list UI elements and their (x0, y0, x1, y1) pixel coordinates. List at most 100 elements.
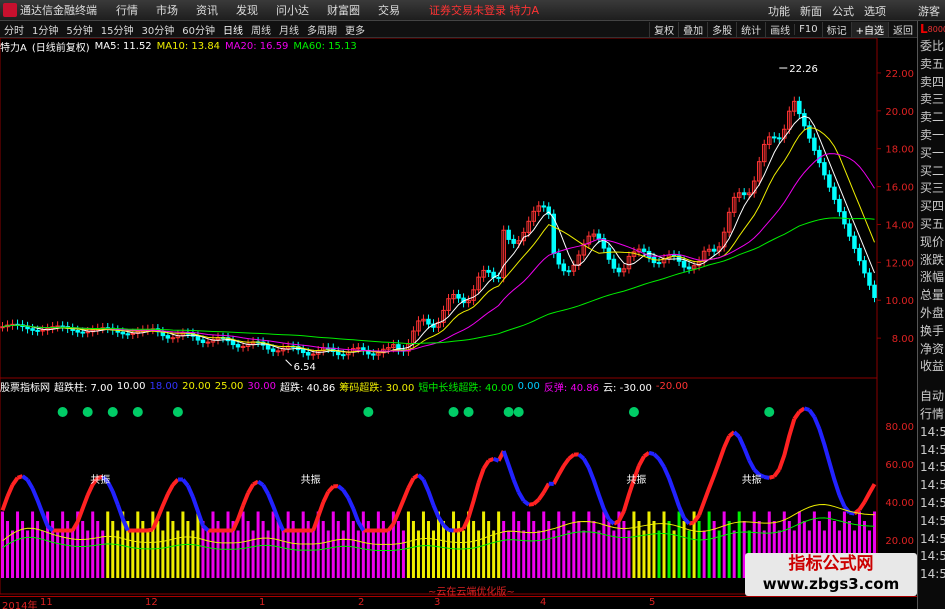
tool-f10[interactable]: F10 (794, 24, 821, 35)
period-multi[interactable]: 多周期 (303, 22, 341, 37)
candle (616, 267, 622, 273)
menu-market[interactable]: 市场 (147, 2, 187, 18)
candle (847, 223, 852, 237)
menu-ask[interactable]: 问小达 (267, 2, 318, 18)
indicator-bar (682, 521, 686, 578)
sidebar-item: 买一 (920, 145, 945, 160)
tool-mark[interactable]: 标记 (821, 22, 851, 37)
indicator-bar (186, 521, 190, 578)
period-30min[interactable]: 30分钟 (137, 22, 178, 37)
quote-sidebar: L8000 委比卖五卖四卖三卖二卖一买一买二买三买四买五现价涨跌涨幅总量外盘换手… (917, 21, 945, 609)
candle (641, 248, 647, 252)
indicator-bar (562, 521, 566, 578)
menu-newpage[interactable]: 新面 (795, 3, 827, 19)
candle (35, 329, 40, 332)
tool-stats[interactable]: 统计 (736, 22, 765, 37)
sidebar-item2: 14:5 (920, 531, 945, 546)
period-60min[interactable]: 60分钟 (178, 22, 219, 37)
tool-multistock[interactable]: 多股 (707, 22, 736, 37)
indicator-bar (632, 511, 636, 578)
ma5-line (2, 115, 875, 353)
tool-draw[interactable]: 画线 (765, 22, 794, 37)
indicator-bar (6, 521, 10, 578)
tool-watchlist[interactable]: +自选 (850, 22, 888, 37)
candle (195, 335, 201, 341)
indicator-bar (677, 511, 681, 578)
indicator-bar (1, 511, 5, 578)
period-week[interactable]: 周线 (247, 22, 275, 37)
candle (40, 329, 45, 332)
menu-formula[interactable]: 公式 (827, 3, 859, 19)
period-5min[interactable]: 5分钟 (62, 22, 96, 37)
indicator-bar (286, 511, 290, 578)
candle (275, 350, 281, 353)
chart-canvas[interactable]: 22.0020.0018.0016.0014.0012.0010.008.008… (0, 38, 917, 596)
menu-wealth[interactable]: 财富圈 (318, 2, 369, 18)
period-tick[interactable]: 分时 (0, 22, 28, 37)
resonance-label: 共振 (742, 473, 762, 486)
indicator-bar (101, 530, 105, 578)
check-icon (363, 407, 374, 417)
guest-label[interactable]: 游客 (913, 3, 945, 19)
indicator-bar (241, 511, 245, 578)
indicator-bar (201, 521, 205, 578)
price-axis-label: 18.00 (885, 145, 914, 156)
sidebar-item2: 14:5 (920, 424, 945, 439)
indicator-bar (41, 530, 45, 578)
indicator-bar (236, 530, 240, 578)
indicator-bar (346, 511, 350, 578)
low-marker (285, 359, 293, 367)
indicator-bar (687, 530, 691, 578)
tool-adjust[interactable]: 复权 (649, 22, 678, 37)
candle (270, 348, 276, 352)
menu-trade[interactable]: 交易 (369, 2, 409, 18)
candle (170, 337, 176, 340)
stock-name: 特力A (0, 42, 27, 54)
period-day[interactable]: 日线 (219, 22, 247, 37)
indicator-bar (557, 511, 561, 578)
period-more[interactable]: 更多 (341, 22, 369, 37)
tool-back[interactable]: 返回 (888, 22, 917, 37)
period-month[interactable]: 月线 (275, 22, 303, 37)
sidebar-item: 委比 (920, 39, 945, 53)
menu-options[interactable]: 选项 (859, 3, 891, 19)
period-15min[interactable]: 15分钟 (97, 22, 138, 37)
indicator-axis-label: 60.00 (885, 460, 914, 471)
ind-item: 10.00 (116, 380, 146, 392)
ind-item: 反弹: 40.86 (543, 382, 600, 394)
indicator-bar (532, 521, 536, 578)
indicator-bar (577, 521, 581, 578)
sidebar-item2: 14:5 (920, 567, 945, 582)
candle (265, 344, 271, 350)
menu-quotes[interactable]: 行情 (107, 2, 147, 18)
menu-news[interactable]: 资讯 (187, 2, 227, 18)
indicator-bar (276, 521, 280, 578)
ind-item: 超跌: 40.86 (280, 382, 336, 394)
indicator-bar (156, 521, 160, 578)
candle (341, 354, 346, 357)
candle (556, 252, 562, 265)
price-axis-label: 22.00 (885, 69, 914, 80)
sidebar-item: 净资 (920, 341, 945, 356)
login-warning[interactable]: 证券交易未登录 特力A (429, 2, 539, 18)
indicator-bar (572, 511, 576, 578)
period-1min[interactable]: 1分钟 (28, 22, 62, 37)
sidebar-item: 总量 (920, 288, 945, 303)
menu-function[interactable]: 功能 (763, 3, 795, 19)
title-bar: 通达信金融终端 行情 市场 资讯 发现 问小达 财富圈 交易 证券交易未登录 特… (0, 0, 945, 21)
indicator-bar (647, 511, 651, 578)
check-icon (132, 407, 143, 417)
candle (336, 350, 341, 356)
tool-overlay[interactable]: 叠加 (678, 22, 707, 37)
indicator-bar (331, 511, 335, 578)
candle (80, 331, 85, 334)
menu-discover[interactable]: 发现 (227, 2, 267, 18)
candle (606, 247, 612, 260)
candle (85, 331, 90, 334)
indicator-bar (727, 521, 731, 578)
check-icon (82, 407, 93, 417)
ind-item: 超跌柱: 7.00 (54, 382, 113, 394)
indicator-bar (131, 530, 135, 578)
watermark-line2: www.zbgs3.com (762, 575, 900, 593)
ma10-value: MA10: 13.84 (156, 40, 221, 52)
